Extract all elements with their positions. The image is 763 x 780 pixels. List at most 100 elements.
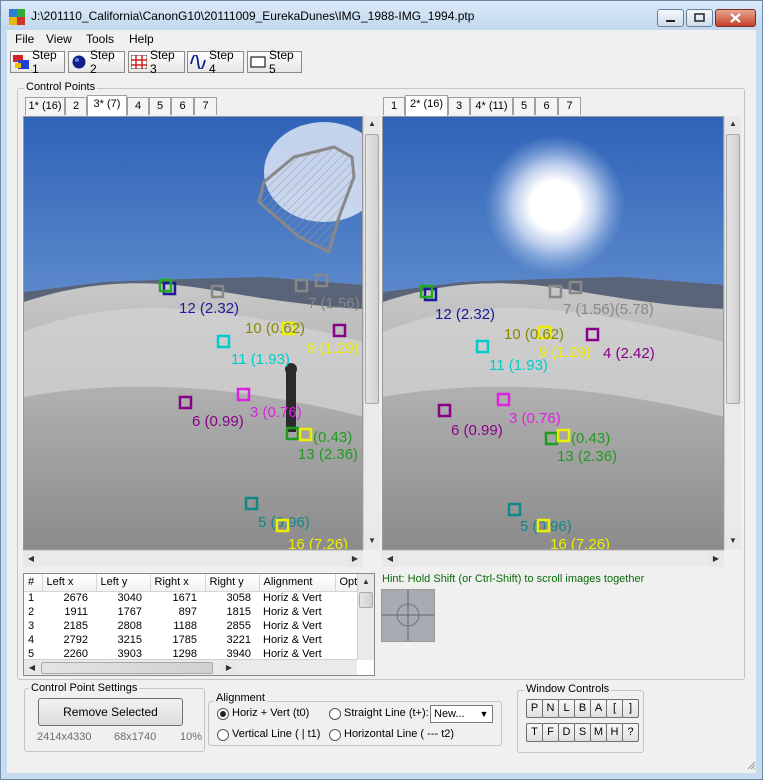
left-point-label-10: 10 (0.62) <box>245 320 305 337</box>
left-tab-3[interactable]: 3* (7) <box>87 95 127 116</box>
left-image-pane[interactable]: 12 (2.32) 9 7 (1.56) 10 (0.62) 11 (1.93)… <box>23 116 363 550</box>
step-1-button[interactable]: Step 1 <box>10 48 65 76</box>
left-tab-1[interactable]: 1* (16) <box>25 97 65 115</box>
left-vscroll-thumb[interactable] <box>365 134 379 404</box>
col-header-index[interactable]: # <box>24 574 43 592</box>
scroll-right-icon[interactable]: ▶ <box>221 660 237 675</box>
right-tab-3[interactable]: 3 <box>448 97 470 115</box>
right-tab-2[interactable]: 2* (16) <box>405 95 448 116</box>
left-point-label-5: 5 (0.96) <box>258 514 310 531</box>
control-points-label: Control Points <box>24 81 98 93</box>
step-4-button[interactable]: Step 4 <box>187 48 244 76</box>
left-tab-6[interactable]: 6 <box>171 97 194 115</box>
right-tab-1[interactable]: 1 <box>383 97 405 115</box>
scroll-up-icon[interactable]: ▲ <box>725 116 741 132</box>
scroll-left-icon[interactable]: ◀ <box>382 551 398 567</box>
table-horizontal-scrollbar[interactable]: ◀ ▶ <box>24 659 357 675</box>
table-row[interactable]: 1 2676 3040 1671 3058 Horiz & Vert <box>24 591 364 605</box>
right-vscroll-thumb[interactable] <box>726 134 740 404</box>
wc-button-bracket-close[interactable]: ] <box>622 699 639 718</box>
cell-right-y: 2855 <box>226 620 251 632</box>
cell-index: 3 <box>28 620 35 632</box>
menu-view[interactable]: View <box>46 32 72 46</box>
minimize-icon <box>666 20 675 22</box>
step-5-label: Step 5 <box>269 48 294 76</box>
left-point-label-11: 11 (1.93) <box>231 351 290 368</box>
menu-file[interactable]: File <box>15 32 34 46</box>
scroll-down-icon[interactable]: ▼ <box>725 533 741 549</box>
table-row[interactable]: 4 2792 3215 1785 3221 Horiz & Vert <box>24 633 364 647</box>
minimize-button[interactable] <box>657 9 684 27</box>
scroll-right-icon[interactable]: ▶ <box>347 551 363 567</box>
close-button[interactable] <box>715 9 756 27</box>
table-vertical-scrollbar[interactable]: ▲ <box>357 574 374 660</box>
wc-button-p[interactable]: P <box>526 699 543 718</box>
menu-help[interactable]: Help <box>129 32 154 46</box>
col-header-alignment[interactable]: Alignment <box>259 574 336 592</box>
remove-selected-button[interactable]: Remove Selected <box>38 698 183 726</box>
resize-grip-icon[interactable] <box>745 759 756 770</box>
radio-straight-line[interactable] <box>329 708 341 720</box>
cell-right-y: 3221 <box>226 634 251 646</box>
scroll-up-icon[interactable]: ▲ <box>364 116 380 132</box>
scroll-down-icon[interactable]: ▼ <box>364 533 380 549</box>
radio-horizontal-line[interactable] <box>329 729 341 741</box>
cell-alignment: Horiz & Vert <box>263 606 322 618</box>
scroll-left-icon[interactable]: ◀ <box>23 551 39 567</box>
right-vertical-scrollbar[interactable]: ▲ ▼ <box>724 116 741 550</box>
right-tab-5[interactable]: 5 <box>513 97 535 115</box>
right-tab-6[interactable]: 6 <box>535 97 558 115</box>
table-row[interactable]: 3 2185 2808 1188 2855 Horiz & Vert <box>24 619 364 633</box>
left-vertical-scrollbar[interactable]: ▲ ▼ <box>363 116 380 550</box>
right-tab-7[interactable]: 7 <box>558 97 581 115</box>
menu-tools[interactable]: Tools <box>86 32 114 46</box>
col-header-left-x[interactable]: Left x <box>42 574 97 592</box>
step-5-button[interactable]: Step 5 <box>247 48 302 76</box>
right-point-label-10: 10 (0.62) <box>504 326 564 343</box>
col-header-left-y[interactable]: Left y <box>96 574 151 592</box>
label-straight-line: Straight Line (t+): <box>344 707 429 719</box>
step-4-label: Step 4 <box>209 48 234 76</box>
control-point-table[interactable]: # Left x Left y Right x Right y Alignmen… <box>23 573 375 676</box>
scroll-left-icon[interactable]: ◀ <box>24 660 40 675</box>
cell-alignment: Horiz & Vert <box>263 592 322 605</box>
maximize-button[interactable] <box>686 9 713 27</box>
scroll-right-icon[interactable]: ▶ <box>708 551 724 567</box>
right-tab-4[interactable]: 4* (11) <box>470 97 513 115</box>
col-header-right-y[interactable]: Right y <box>205 574 260 592</box>
scroll-up-icon[interactable]: ▲ <box>358 574 374 590</box>
table-row[interactable]: 2 1911 1767 897 1815 Horiz & Vert <box>24 605 364 619</box>
step-2-button[interactable]: Step 2 <box>68 48 125 76</box>
wc-button-l[interactable]: L <box>558 699 575 718</box>
radio-horiz-vert[interactable] <box>217 708 229 720</box>
step-3-button[interactable]: Step 3 <box>128 48 185 76</box>
wc-button-d[interactable]: D <box>558 723 575 742</box>
col-header-right-x[interactable]: Right x <box>150 574 206 592</box>
left-point-label-6: 6 (0.99) <box>192 413 244 430</box>
left-tab-2[interactable]: 2 <box>65 97 87 115</box>
wc-button-bracket-open[interactable]: [ <box>606 699 623 718</box>
right-horizontal-scrollbar[interactable]: ◀ ▶ <box>382 550 724 567</box>
table-hscroll-thumb[interactable] <box>41 662 213 674</box>
wc-button-s[interactable]: S <box>574 723 591 742</box>
wc-button-help[interactable]: ? <box>622 723 639 742</box>
window-title: J:\201110_California\CanonG10\20111009_E… <box>31 9 475 23</box>
left-tab-4[interactable]: 4 <box>127 97 149 115</box>
wc-button-f[interactable]: F <box>542 723 559 742</box>
left-tab-7[interactable]: 7 <box>194 97 217 115</box>
straight-line-dropdown[interactable]: New... ▼ <box>430 705 493 723</box>
left-horizontal-scrollbar[interactable]: ◀ ▶ <box>23 550 363 567</box>
crosshair-icon <box>382 590 434 641</box>
wc-button-h[interactable]: H <box>606 723 623 742</box>
left-tab-5[interactable]: 5 <box>149 97 171 115</box>
right-image-pane[interactable]: 12 (2.32) 9 7 (1.56)(5.78) 10 (0.62) 11 … <box>382 116 724 550</box>
app-icon <box>9 9 25 25</box>
wc-button-n[interactable]: N <box>542 699 559 718</box>
wc-button-t[interactable]: T <box>526 723 543 742</box>
cell-index: 1 <box>28 592 35 605</box>
radio-vertical-line[interactable] <box>217 729 229 741</box>
wc-button-b[interactable]: B <box>574 699 591 718</box>
wc-button-m[interactable]: M <box>590 723 607 742</box>
wc-button-a[interactable]: A <box>590 699 607 718</box>
table-vscroll-thumb[interactable] <box>359 592 373 608</box>
